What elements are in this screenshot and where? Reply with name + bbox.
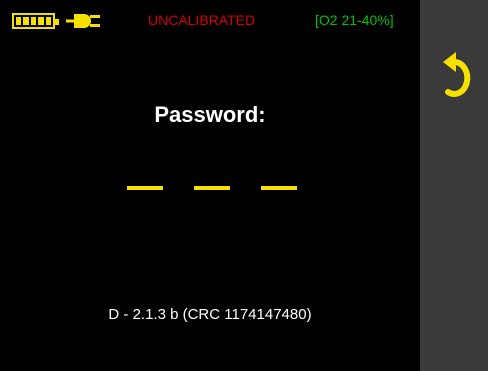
back-arrow-icon [443,52,471,97]
password-digit-1[interactable] [127,186,163,190]
password-entry[interactable] [0,186,420,190]
calibration-status: UNCALIBRATED [148,12,256,28]
status-bar: UNCALIBRATED [O2 21-40%] [0,0,420,38]
device-screen: UNCALIBRATED [O2 21-40%] Password: D - 2… [0,0,488,371]
battery-icon [12,13,59,29]
password-title: Password: [154,102,266,127]
back-button[interactable] [442,52,474,98]
o2-range-indicator: [O2 21-40%] [315,12,394,28]
sidebar [420,0,488,371]
password-digit-3[interactable] [261,186,297,190]
firmware-version: D - 2.1.3 b (CRC 1174147480) [108,306,312,323]
power-plug-icon [66,14,100,28]
password-digit-2[interactable] [194,186,230,190]
